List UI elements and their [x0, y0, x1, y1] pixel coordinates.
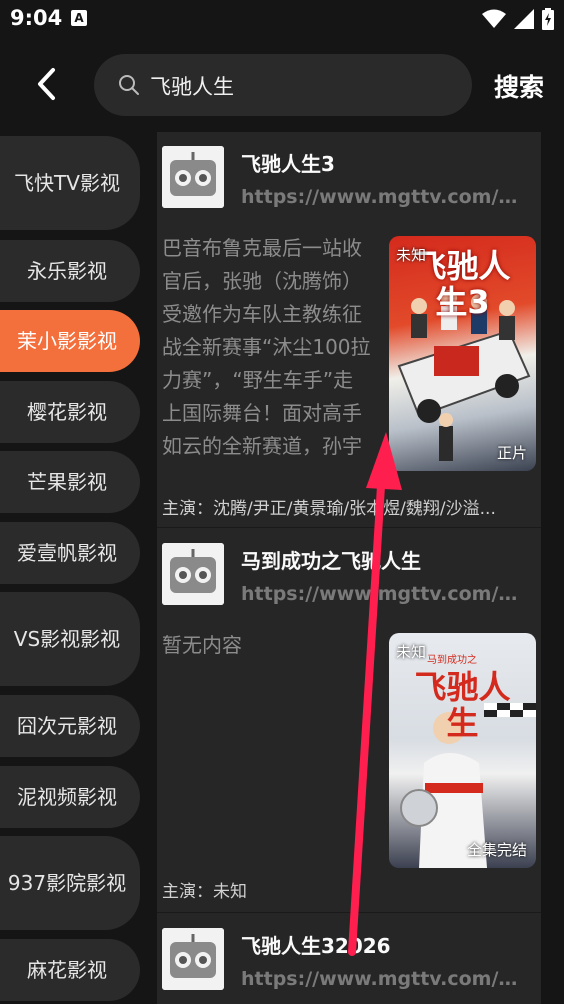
poster-tag-left: 未知	[396, 246, 427, 264]
result-title: 马到成功之飞驰人生	[241, 549, 421, 573]
result-cast: 主演：未知	[162, 882, 247, 902]
search-header: 飞驰人生 搜索	[0, 54, 564, 116]
result-item[interactable]: 飞驰人生32026 https://www.mgttv.com/md...	[157, 914, 541, 1004]
sidebar-item-label: 永乐影视	[27, 259, 107, 283]
result-cast: 主演：沈腾/尹正/黄景瑜/张本煜/魏翔/沙溢...	[162, 499, 496, 519]
sidebar-item-label: 飞快TV影视	[14, 171, 120, 195]
search-query: 飞驰人生	[150, 75, 234, 99]
status-icons	[482, 8, 554, 30]
poster-tag-left: 未知	[396, 643, 427, 661]
sidebar-item-937[interactable]: 937影院影视	[0, 836, 140, 930]
robot-thumbnail-icon	[162, 543, 224, 605]
robot-thumbnail-icon	[162, 928, 224, 990]
search-button[interactable]: 搜索	[494, 68, 544, 104]
result-title: 飞驰人生3	[241, 152, 335, 176]
search-input[interactable]: 飞驰人生	[94, 54, 472, 116]
result-url: https://www.mgttv.com/md...	[241, 583, 529, 605]
result-item[interactable]: 马到成功之飞驰人生 https://www.mgttv.com/md... 暂无…	[157, 529, 541, 913]
result-url: https://www.mgttv.com/md...	[241, 968, 529, 990]
sidebar-item-label: 茉小影影视	[17, 329, 117, 353]
result-url: https://www.mgttv.com/md...	[241, 186, 529, 208]
sidebar-item-vs[interactable]: VS影视影视	[0, 592, 140, 686]
sidebar-item-mangguo[interactable]: 芒果影视	[0, 451, 140, 513]
sidebar-item-label: 937影院影视	[7, 871, 127, 895]
sidebar-item-mahua[interactable]: 麻花影视	[0, 939, 140, 1001]
sidebar-item-yinghua[interactable]: 樱花影视	[0, 381, 140, 443]
wifi-icon	[482, 9, 506, 28]
notification-icon: A	[71, 10, 87, 26]
sidebar-item-label: 爱壹帆影视	[17, 541, 117, 565]
sidebar-item-jiongciyuan[interactable]: 囧次元影视	[0, 695, 140, 757]
result-item[interactable]: 飞驰人生3 https://www.mgttv.com/md... 巴音布鲁克最…	[157, 132, 541, 528]
results-list: 飞驰人生3 https://www.mgttv.com/md... 巴音布鲁克最…	[157, 132, 541, 1004]
back-arrow-icon[interactable]	[28, 64, 68, 104]
robot-thumbnail-icon	[162, 146, 224, 208]
source-sidebar: 飞快TV影视 永乐影视 茉小影影视 樱花影视 芒果影视 爱壹帆影视 VS影视影视…	[0, 130, 150, 1004]
poster-subtitle: 马到成功之	[427, 655, 477, 666]
sidebar-item-yongle[interactable]: 永乐影视	[0, 240, 140, 302]
signal-icon	[514, 9, 534, 29]
poster-tag-right: 全集完结	[466, 841, 527, 859]
poster-title: 飞驰人生	[414, 668, 511, 742]
sidebar-item-moxiaoying[interactable]: 茉小影影视	[0, 310, 140, 372]
sidebar-item-label: 麻花影视	[27, 958, 107, 982]
sidebar-item-aiyifan[interactable]: 爱壹帆影视	[0, 522, 140, 584]
status-bar: 9:04 A	[0, 0, 564, 40]
result-description: 暂无内容	[162, 633, 242, 657]
status-time: 9:04	[10, 6, 63, 30]
result-poster[interactable]: 飞驰人生3 未知 正片	[389, 236, 536, 471]
sidebar-item-label: 樱花影视	[27, 400, 107, 424]
result-title: 飞驰人生32026	[241, 934, 391, 958]
sidebar-item-label: 泥视频影视	[17, 785, 117, 809]
sidebar-item-label: VS影视影视	[13, 627, 121, 651]
sidebar-item-label: 囧次元影视	[17, 714, 117, 738]
result-poster[interactable]: 马到成功之 飞驰人生 未知 全集完结	[389, 633, 536, 868]
battery-icon	[542, 8, 554, 30]
search-icon	[119, 75, 139, 95]
sidebar-item-feikuai[interactable]: 飞快TV影视	[0, 136, 140, 230]
sidebar-item-nishipin[interactable]: 泥视频影视	[0, 766, 140, 828]
sidebar-item-label: 芒果影视	[27, 470, 107, 494]
poster-tag-right: 正片	[496, 444, 527, 462]
result-description: 巴音布鲁克最后一站收官后，张驰（沈腾饰）受邀作为车队主教练征战全新赛事“沐尘10…	[162, 236, 371, 458]
